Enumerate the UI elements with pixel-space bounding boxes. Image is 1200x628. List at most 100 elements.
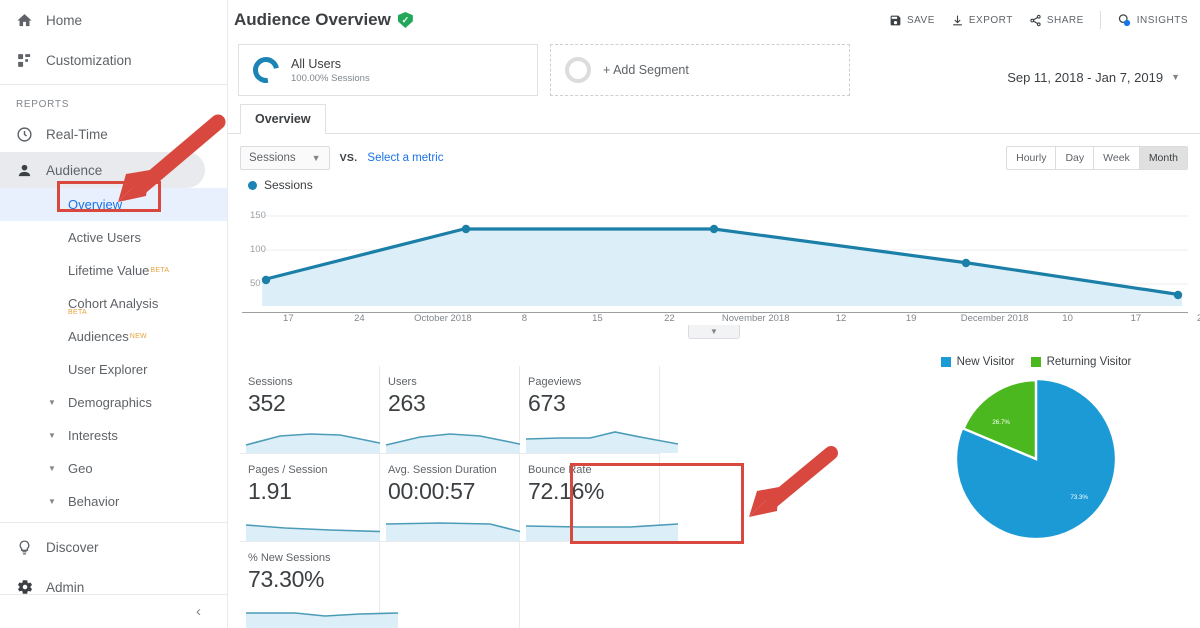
- add-segment-button[interactable]: + Add Segment: [550, 44, 850, 96]
- x-tick: 8: [521, 313, 528, 324]
- beta-badge: BETA: [150, 267, 170, 274]
- x-tick: 10: [1062, 313, 1073, 324]
- metric-label: Users: [388, 376, 417, 388]
- sidebar-item-customization[interactable]: Customization: [0, 40, 227, 80]
- legend-returning-visitor[interactable]: Returning Visitor: [1030, 356, 1131, 368]
- sidebar-subitem-label: Overview: [68, 197, 123, 212]
- sidebar: Home Customization REPORTS Real-Time Aud…: [0, 0, 228, 628]
- metric-select-value: Sessions: [249, 152, 296, 164]
- sidebar-item-active-users[interactable]: Active Users: [0, 221, 227, 254]
- sidebar-item-cohort-analysis[interactable]: Cohort Analysis BETA: [0, 287, 227, 320]
- sidebar-subitem-label: Demographics: [68, 395, 152, 410]
- insights-label: INSIGHTS: [1136, 14, 1188, 26]
- sidebar-item-geo[interactable]: ▼ Geo: [0, 452, 227, 485]
- metric-card-empty: [380, 542, 521, 628]
- metric-card-sessions[interactable]: Sessions 352: [240, 366, 399, 454]
- sidebar-subitem-label: Active Users: [68, 230, 141, 245]
- insights-icon: [1117, 13, 1132, 28]
- export-button[interactable]: EXPORT: [951, 14, 1013, 27]
- save-button[interactable]: SAVE: [889, 14, 935, 27]
- granularity-hourly[interactable]: Hourly: [1007, 147, 1057, 169]
- metric-card-row: Pages / Session 1.91 Avg. Session Durati…: [240, 454, 679, 542]
- sidebar-section-reports: REPORTS: [16, 99, 70, 110]
- sidebar-item-audience[interactable]: Audience: [0, 152, 205, 188]
- page-title: Audience Overview ✓: [234, 10, 413, 30]
- sidebar-item-home[interactable]: Home: [0, 0, 227, 40]
- x-tick: 19: [905, 313, 917, 324]
- tab-overview[interactable]: Overview: [240, 104, 326, 134]
- sidebar-item-label: Home: [46, 12, 83, 28]
- new-badge: NEW: [129, 333, 147, 340]
- segment-all-users[interactable]: All Users 100.00% Sessions: [238, 44, 538, 96]
- pie-svg[interactable]: 73.3% 26.7%: [953, 376, 1119, 542]
- x-tick: November 2018: [721, 313, 790, 324]
- date-range-selector[interactable]: Sep 11, 2018 - Jan 7, 2019 ▼: [1007, 44, 1190, 96]
- clock-icon: [16, 126, 46, 143]
- legend-new-visitor[interactable]: New Visitor: [940, 356, 1015, 368]
- metric-card-pageviews[interactable]: Pageviews 673: [520, 366, 679, 454]
- home-icon: [16, 12, 46, 29]
- granularity-month[interactable]: Month: [1139, 147, 1187, 169]
- sidebar-item-demographics[interactable]: ▼ Demographics: [0, 386, 227, 419]
- segment-bar: All Users 100.00% Sessions + Add Segment…: [228, 40, 1200, 96]
- share-button[interactable]: SHARE: [1029, 14, 1084, 27]
- sidebar-item-real-time[interactable]: Real-Time: [0, 116, 227, 152]
- metric-select[interactable]: Sessions ▼: [240, 146, 330, 170]
- metric-controls: Sessions ▼ VS. Select a metric Hourly Da…: [228, 134, 1200, 170]
- metric-card-pages-per-session[interactable]: Pages / Session 1.91: [240, 454, 399, 542]
- tab-bar: Overview: [228, 96, 1200, 134]
- sidebar-item-interests[interactable]: ▼ Interests: [0, 419, 227, 452]
- sidebar-item-behavior[interactable]: ▼ Behavior: [0, 485, 227, 518]
- insights-button[interactable]: INSIGHTS: [1117, 13, 1188, 28]
- sidebar-subitem-label: Interests: [68, 428, 118, 443]
- granularity-day[interactable]: Day: [1056, 147, 1095, 169]
- select-metric-link[interactable]: Select a metric: [367, 152, 443, 164]
- export-label: EXPORT: [968, 14, 1013, 26]
- line-chart-plot[interactable]: 150 100 50: [240, 194, 1188, 312]
- metric-card-new-sessions[interactable]: % New Sessions 73.30%: [240, 542, 399, 628]
- metric-card-row: % New Sessions 73.30%: [240, 542, 660, 628]
- x-tick: 17: [1130, 313, 1142, 324]
- sidebar-item-overview[interactable]: Overview: [0, 188, 227, 221]
- empty-circle-icon: [565, 57, 591, 83]
- chevron-down-icon: ▼: [311, 153, 321, 163]
- chart-expand-handle[interactable]: ▼: [688, 325, 740, 339]
- person-icon: [16, 162, 46, 179]
- metric-label: Pageviews: [528, 376, 582, 388]
- chevron-left-icon: ‹: [196, 603, 201, 620]
- visitor-pie-chart: New Visitor Returning Visitor 73.3% 26.7…: [886, 356, 1186, 542]
- x-tick: 12: [835, 313, 847, 324]
- main-content: Audience Overview ✓ SAVE EXPORT SHARE IN…: [228, 0, 1200, 628]
- pie-label-new: 73.3%: [1070, 494, 1088, 501]
- sparkline: [520, 423, 684, 453]
- segment-subtext: 100.00% Sessions: [291, 72, 370, 84]
- metric-cards: Sessions 352 Users 263 Pageviews 673 Pag…: [240, 366, 679, 628]
- granularity-week[interactable]: Week: [1094, 147, 1140, 169]
- export-icon: [951, 14, 964, 27]
- share-icon: [1029, 14, 1042, 27]
- metric-card-bounce-rate[interactable]: Bounce Rate 72.16%: [520, 454, 679, 542]
- sidebar-item-discover[interactable]: Discover: [0, 527, 227, 567]
- legend-label: New Visitor: [956, 356, 1015, 368]
- chevron-down-icon: ▼: [48, 497, 56, 506]
- metric-label: Sessions: [248, 376, 293, 388]
- metric-label: Pages / Session: [248, 464, 328, 476]
- metric-card-users[interactable]: Users 263: [380, 366, 539, 454]
- sidebar-item-lifetime-value[interactable]: Lifetime Value BETA: [0, 254, 227, 287]
- add-segment-label: + Add Segment: [603, 63, 689, 77]
- metric-card-avg-session-duration[interactable]: Avg. Session Duration 00:00:57: [380, 454, 539, 542]
- metric-value: 73.30%: [248, 566, 325, 592]
- x-tick: 24: [354, 313, 365, 324]
- sparkline: [520, 511, 684, 541]
- legend-label-sessions: Sessions: [264, 178, 313, 192]
- segment-name: All Users: [291, 57, 342, 72]
- verified-shield-icon: ✓: [397, 12, 413, 28]
- chevron-down-icon: ▼: [48, 464, 56, 473]
- sidebar-item-user-explorer[interactable]: User Explorer: [0, 353, 227, 386]
- chevron-down-icon: ▼: [1171, 72, 1180, 82]
- tab-label: Overview: [255, 112, 311, 126]
- sidebar-item-audiences[interactable]: Audiences NEW: [0, 320, 227, 353]
- sidebar-divider: [0, 522, 227, 523]
- sidebar-item-label: Admin: [46, 579, 85, 595]
- sidebar-collapse-button[interactable]: ‹: [0, 594, 227, 628]
